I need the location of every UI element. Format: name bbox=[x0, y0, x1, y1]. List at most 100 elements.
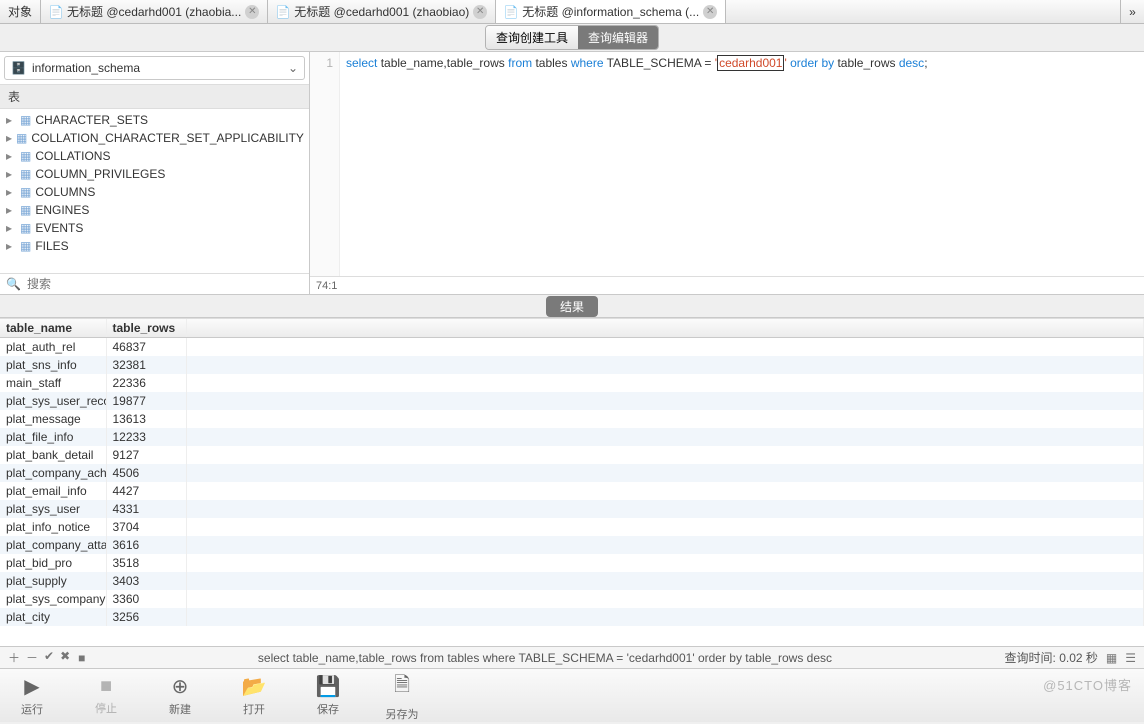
tree-item[interactable]: ▸▦COLUMNS bbox=[0, 183, 309, 201]
tab-query-3[interactable]: 📄 无标题 @information_schema (... ✕ bbox=[496, 0, 726, 23]
save-button[interactable]: 💾 保存 bbox=[308, 674, 348, 717]
cell-table-rows[interactable]: 12233 bbox=[106, 428, 186, 446]
cell-table-rows[interactable]: 4506 bbox=[106, 464, 186, 482]
cell-table-name[interactable]: plat_supply bbox=[0, 572, 106, 590]
cell-table-rows[interactable]: 4427 bbox=[106, 482, 186, 500]
cell-table-name[interactable]: plat_bid_pro bbox=[0, 554, 106, 572]
schema-selector[interactable]: 🗄️ information_schema ⌄ bbox=[4, 56, 305, 80]
cell-table-name[interactable]: plat_sys_user_reco bbox=[0, 392, 106, 410]
expand-arrow-icon[interactable]: ▸ bbox=[6, 239, 16, 253]
table-tree[interactable]: ▸▦CHARACTER_SETS▸▦COLLATION_CHARACTER_SE… bbox=[0, 109, 309, 273]
table-row[interactable]: plat_info_notice3704 bbox=[0, 518, 1144, 536]
tab-query-2[interactable]: 📄 无标题 @cedarhd001 (zhaobiao) ✕ bbox=[268, 0, 496, 23]
cell-table-name[interactable]: plat_sns_info bbox=[0, 356, 106, 374]
sql-code[interactable]: select table_name,table_rows from tables… bbox=[340, 52, 934, 276]
cell-table-rows[interactable]: 9127 bbox=[106, 446, 186, 464]
expand-arrow-icon[interactable]: ▸ bbox=[6, 167, 16, 181]
save-as-icon: 🗎 bbox=[394, 670, 410, 704]
table-row[interactable]: plat_company_ach4506 bbox=[0, 464, 1144, 482]
cell-table-rows[interactable]: 3403 bbox=[106, 572, 186, 590]
save-icon: 💾 bbox=[316, 674, 341, 699]
expand-arrow-icon[interactable]: ▸ bbox=[6, 185, 16, 199]
table-row[interactable]: plat_bank_detail9127 bbox=[0, 446, 1144, 464]
cell-table-name[interactable]: plat_sys_company bbox=[0, 590, 106, 608]
expand-arrow-icon[interactable]: ▸ bbox=[6, 203, 16, 217]
cell-table-rows[interactable]: 3256 bbox=[106, 608, 186, 626]
cell-table-name[interactable]: main_staff bbox=[0, 374, 106, 392]
table-row[interactable]: plat_sys_company3360 bbox=[0, 590, 1144, 608]
table-row[interactable]: plat_bid_pro3518 bbox=[0, 554, 1144, 572]
tree-item[interactable]: ▸▦CHARACTER_SETS bbox=[0, 111, 309, 129]
grid-view-icon[interactable]: ▦ bbox=[1106, 651, 1117, 665]
sql-editor[interactable]: 1 select table_name,table_rows from tabl… bbox=[310, 52, 1144, 276]
expand-arrow-icon[interactable]: ▸ bbox=[6, 221, 16, 235]
open-button[interactable]: 📂 打开 bbox=[234, 674, 274, 717]
table-row[interactable]: plat_sys_user4331 bbox=[0, 500, 1144, 518]
cell-table-name[interactable]: plat_info_notice bbox=[0, 518, 106, 536]
search-input[interactable] bbox=[27, 277, 303, 291]
table-row[interactable]: plat_supply3403 bbox=[0, 572, 1144, 590]
table-row[interactable]: main_staff22336 bbox=[0, 374, 1144, 392]
cell-table-name[interactable]: plat_company_atta bbox=[0, 536, 106, 554]
table-row[interactable]: plat_file_info12233 bbox=[0, 428, 1144, 446]
expand-arrow-icon[interactable]: ▸ bbox=[6, 113, 16, 127]
close-icon[interactable]: ✕ bbox=[473, 5, 487, 19]
new-button[interactable]: ⊕ 新建 bbox=[160, 674, 200, 717]
tree-item-label: COLLATION_CHARACTER_SET_APPLICABILITY bbox=[31, 131, 304, 145]
cancel-icon[interactable]: ✖ bbox=[60, 649, 70, 666]
form-view-icon[interactable]: ☰ bbox=[1125, 651, 1136, 665]
remove-row-icon[interactable]: － bbox=[26, 649, 38, 666]
cell-table-rows[interactable]: 3518 bbox=[106, 554, 186, 572]
expand-arrow-icon[interactable]: ▸ bbox=[6, 131, 12, 145]
add-row-icon[interactable]: ＋ bbox=[8, 649, 20, 666]
cell-table-name[interactable]: plat_city bbox=[0, 608, 106, 626]
table-row[interactable]: plat_city3256 bbox=[0, 608, 1144, 626]
col-header-table-rows[interactable]: table_rows bbox=[106, 319, 186, 338]
cell-table-name[interactable]: plat_message bbox=[0, 410, 106, 428]
cell-table-rows[interactable]: 46837 bbox=[106, 338, 186, 357]
cell-table-name[interactable]: plat_bank_detail bbox=[0, 446, 106, 464]
table-row[interactable]: plat_sys_user_reco19877 bbox=[0, 392, 1144, 410]
table-row[interactable]: plat_message13613 bbox=[0, 410, 1144, 428]
cell-table-rows[interactable]: 19877 bbox=[106, 392, 186, 410]
close-icon[interactable]: ✕ bbox=[703, 5, 717, 19]
query-editor-button[interactable]: 查询编辑器 bbox=[578, 26, 658, 49]
tree-item[interactable]: ▸▦ENGINES bbox=[0, 201, 309, 219]
query-builder-button[interactable]: 查询创建工具 bbox=[486, 26, 578, 49]
tree-item[interactable]: ▸▦FILES bbox=[0, 237, 309, 255]
cell-table-rows[interactable]: 32381 bbox=[106, 356, 186, 374]
cell-table-name[interactable]: plat_file_info bbox=[0, 428, 106, 446]
table-row[interactable]: plat_company_atta3616 bbox=[0, 536, 1144, 554]
tab-query-1[interactable]: 📄 无标题 @cedarhd001 (zhaobia... ✕ bbox=[41, 0, 268, 23]
table-icon: ▦ bbox=[16, 131, 27, 145]
tree-item[interactable]: ▸▦EVENTS bbox=[0, 219, 309, 237]
cell-table-name[interactable]: plat_auth_rel bbox=[0, 338, 106, 357]
close-icon[interactable]: ✕ bbox=[245, 5, 259, 19]
tree-item[interactable]: ▸▦COLUMN_PRIVILEGES bbox=[0, 165, 309, 183]
run-button[interactable]: ▶ 运行 bbox=[12, 674, 52, 717]
cell-table-rows[interactable]: 13613 bbox=[106, 410, 186, 428]
cell-table-rows[interactable]: 4331 bbox=[106, 500, 186, 518]
results-tab[interactable]: 结果 bbox=[546, 296, 598, 317]
table-row[interactable]: plat_sns_info32381 bbox=[0, 356, 1144, 374]
col-header-table-name[interactable]: table_name bbox=[0, 319, 106, 338]
tree-item[interactable]: ▸▦COLLATIONS bbox=[0, 147, 309, 165]
cell-table-rows[interactable]: 3704 bbox=[106, 518, 186, 536]
expand-arrow-icon[interactable]: ▸ bbox=[6, 149, 16, 163]
table-row[interactable]: plat_auth_rel46837 bbox=[0, 338, 1144, 357]
stop-button[interactable]: ■ 停止 bbox=[86, 675, 126, 716]
stop-icon[interactable]: ■ bbox=[78, 651, 85, 665]
save-as-button[interactable]: 🗎 另存为 bbox=[382, 670, 422, 722]
table-row[interactable]: plat_email_info4427 bbox=[0, 482, 1144, 500]
tree-item[interactable]: ▸ ▦ COLLATION_CHARACTER_SET_APPLICABILITY bbox=[0, 129, 309, 147]
cell-table-rows[interactable]: 3616 bbox=[106, 536, 186, 554]
commit-icon[interactable]: ✔ bbox=[44, 649, 54, 666]
cell-table-name[interactable]: plat_sys_user bbox=[0, 500, 106, 518]
tab-objects[interactable]: 对象 bbox=[0, 0, 41, 23]
cell-table-name[interactable]: plat_company_ach bbox=[0, 464, 106, 482]
cell-table-rows[interactable]: 3360 bbox=[106, 590, 186, 608]
tab-overflow-button[interactable]: » bbox=[1120, 0, 1144, 23]
cell-table-rows[interactable]: 22336 bbox=[106, 374, 186, 392]
cell-table-name[interactable]: plat_email_info bbox=[0, 482, 106, 500]
results-grid[interactable]: table_name table_rows plat_auth_rel46837… bbox=[0, 318, 1144, 646]
